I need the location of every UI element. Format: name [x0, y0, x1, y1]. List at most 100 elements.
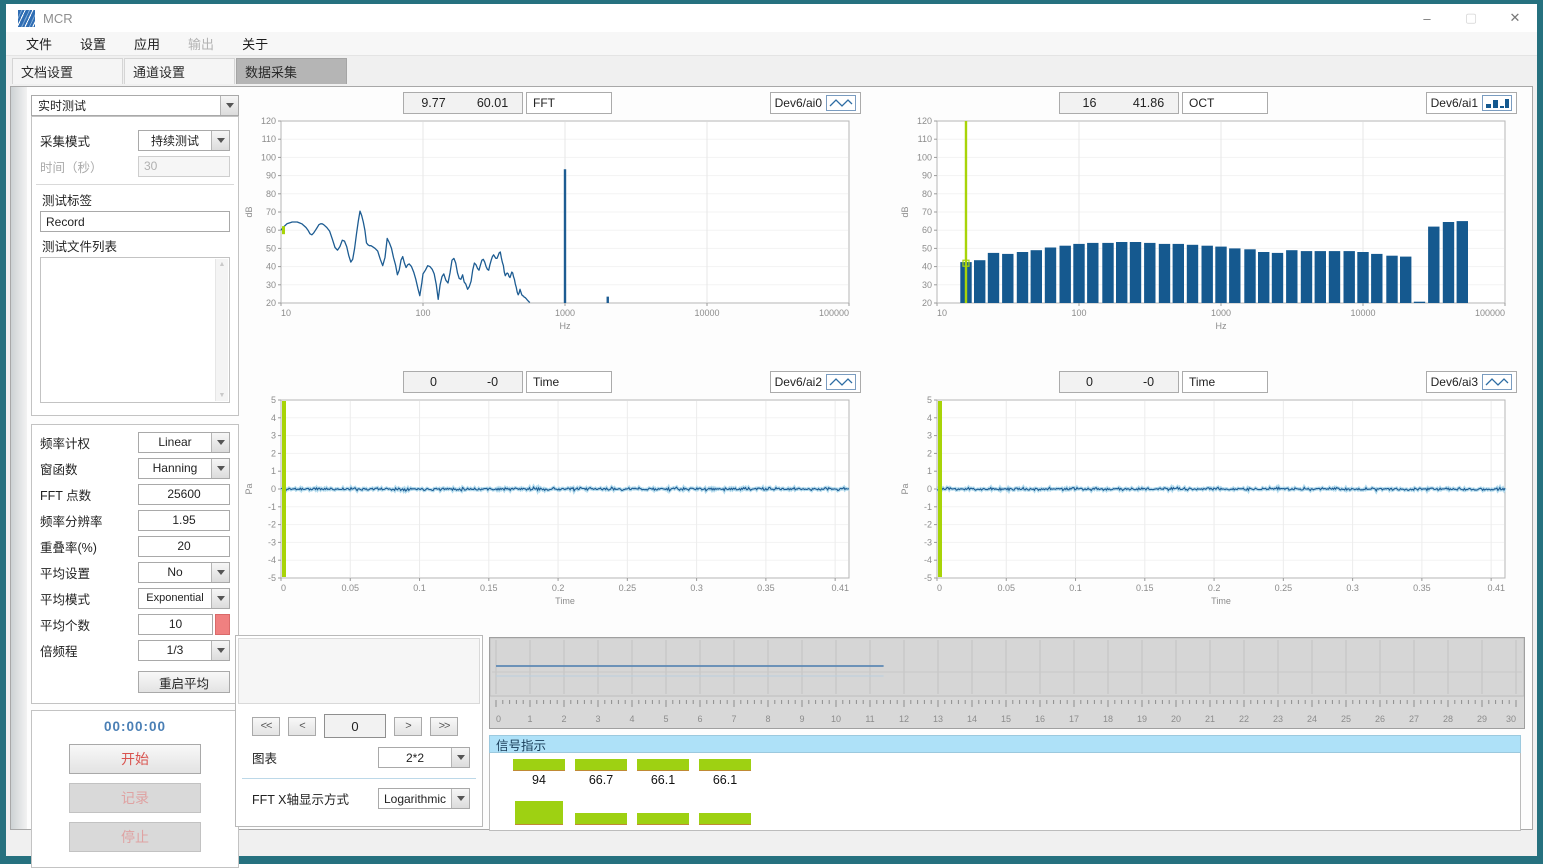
test-file-list[interactable]: ▲ ▼ — [40, 257, 230, 403]
fft-xaxis-mode-value: Logarithmic — [379, 792, 451, 806]
bar-chart-icon — [1482, 95, 1512, 111]
chevron-down-icon — [211, 433, 229, 452]
nav-index-field[interactable]: 0 — [324, 714, 386, 738]
chart-layout-dropdown[interactable]: 2*2 — [378, 747, 470, 768]
svg-text:Pa: Pa — [244, 483, 254, 494]
svg-text:30: 30 — [922, 280, 932, 290]
signal-top-bar — [699, 759, 751, 771]
svg-text:50: 50 — [922, 243, 932, 253]
svg-text:21: 21 — [1205, 714, 1215, 724]
file-list-label: 测试文件列表 — [42, 236, 228, 255]
restart-average-button[interactable]: 重启平均 — [138, 671, 230, 693]
svg-text:0.3: 0.3 — [1346, 583, 1359, 593]
nav-first-button[interactable]: << — [252, 717, 280, 736]
cursor-y-value: 41.86 — [1119, 93, 1178, 113]
chart-type-box[interactable]: FFT — [526, 92, 612, 114]
preset-dropdown[interactable]: 实时测试 — [31, 95, 239, 116]
test-tag-field[interactable]: Record — [40, 211, 230, 232]
fft-points-field[interactable]: 25600 — [138, 484, 230, 505]
signal-top-bar — [637, 759, 689, 771]
list-scrollbar[interactable]: ▲ ▼ — [215, 259, 228, 401]
freq-weighting-dropdown[interactable]: Linear — [138, 432, 230, 453]
svg-text:40: 40 — [266, 262, 276, 272]
menu-application[interactable]: 应用 — [120, 34, 174, 53]
svg-text:-3: -3 — [268, 537, 276, 547]
signal-level-meter — [575, 813, 627, 825]
channel-box[interactable]: Dev6/ai3 — [1426, 371, 1517, 393]
average-count-field[interactable]: 10 — [138, 614, 213, 635]
svg-text:6: 6 — [697, 714, 702, 724]
cursor-x-value: 9.77 — [404, 93, 463, 113]
chevron-down-icon — [211, 131, 229, 150]
minimize-button[interactable]: – — [1405, 4, 1449, 32]
channel-label: Dev6/ai2 — [775, 375, 822, 389]
fft-xaxis-mode-dropdown[interactable]: Logarithmic — [378, 788, 470, 809]
menu-file[interactable]: 文件 — [12, 34, 66, 53]
svg-text:0: 0 — [271, 484, 276, 494]
time-plot-b[interactable]: -5-4-3-2-101234500.050.10.150.20.250.30.… — [897, 394, 1519, 608]
chart-type-box[interactable]: Time — [526, 371, 612, 393]
averaging-setting-dropdown[interactable]: No — [138, 562, 230, 583]
chart-header: 16 41.86 OCT Dev6/ai1 — [891, 91, 1531, 115]
svg-text:dB: dB — [900, 206, 910, 217]
menu-settings[interactable]: 设置 — [66, 34, 120, 53]
svg-text:2: 2 — [271, 448, 276, 458]
window-function-dropdown[interactable]: Hanning — [138, 458, 230, 479]
close-button[interactable]: ✕ — [1493, 4, 1537, 32]
fft-plot[interactable]: 2030405060708090100110120101001000100001… — [241, 115, 863, 333]
channel-box[interactable]: Dev6/ai2 — [770, 371, 861, 393]
cursor-x-value: 0 — [404, 372, 463, 392]
elapsed-timer: 00:00:00 — [32, 719, 238, 734]
oct-chart-panel: 16 41.86 OCT Dev6/ai1 203040506070 — [891, 91, 1531, 356]
display-options-panel: << < 0 > >> 图表 2*2 FFT X轴显示方式 Logarithmi… — [235, 635, 483, 827]
freq-weighting-value: Linear — [139, 435, 211, 449]
time-chart-panel-a: 0 -0 Time Dev6/ai2 -5-4-3-2-101234 — [235, 370, 875, 631]
maximize-button[interactable]: ▢ — [1449, 4, 1493, 32]
nav-prev-button[interactable]: < — [288, 717, 316, 736]
menu-about[interactable]: 关于 — [228, 34, 282, 53]
title-bar: MCR – ▢ ✕ — [6, 4, 1537, 32]
nav-next-button[interactable]: > — [394, 717, 422, 736]
cursor-y-value: -0 — [463, 372, 522, 392]
octave-dropdown[interactable]: 1/3 — [138, 640, 230, 661]
acq-mode-value: 持续测试 — [139, 132, 211, 149]
tab-data-acquisition[interactable]: 数据采集 — [236, 58, 347, 84]
svg-text:-2: -2 — [924, 520, 932, 530]
svg-text:70: 70 — [266, 207, 276, 217]
chevron-down-icon — [451, 789, 469, 808]
scroll-down-icon[interactable]: ▼ — [219, 392, 226, 399]
svg-text:10: 10 — [937, 308, 947, 318]
channel-box[interactable]: Dev6/ai1 — [1426, 92, 1517, 114]
start-button[interactable]: 开始 — [69, 744, 201, 774]
scroll-up-icon[interactable]: ▲ — [219, 261, 226, 268]
svg-text:60: 60 — [922, 225, 932, 235]
oct-plot[interactable]: 2030405060708090100110120101001000100001… — [897, 115, 1519, 333]
channel-label: Dev6/ai0 — [775, 96, 822, 110]
overlap-field[interactable]: 20 — [138, 536, 230, 557]
time-plot-a[interactable]: -5-4-3-2-101234500.050.10.150.20.250.30.… — [241, 394, 863, 608]
svg-text:1000: 1000 — [555, 308, 575, 318]
signal-indicator-title: 信号指示 — [489, 735, 1521, 753]
channel-box[interactable]: Dev6/ai0 — [770, 92, 861, 114]
chart-type-box[interactable]: OCT — [1182, 92, 1268, 114]
octave-value: 1/3 — [139, 643, 211, 657]
tab-document-settings[interactable]: 文档设置 — [12, 58, 123, 84]
svg-text:0.41: 0.41 — [831, 583, 849, 593]
signal-level-value: 66.1 — [637, 773, 689, 787]
svg-text:0.3: 0.3 — [690, 583, 703, 593]
chart-type-box[interactable]: Time — [1182, 371, 1268, 393]
freq-resolution-field[interactable]: 1.95 — [138, 510, 230, 531]
svg-text:-5: -5 — [268, 573, 276, 583]
svg-text:100: 100 — [415, 308, 430, 318]
tab-channel-settings[interactable]: 通道设置 — [124, 58, 235, 84]
cursor-readout: 0 -0 — [1059, 371, 1179, 393]
svg-text:13: 13 — [933, 714, 943, 724]
signal-indicator-body: 94 66.7 66.1 66.1 — [489, 753, 1521, 831]
chevron-down-icon — [211, 641, 229, 660]
timeline-ruler[interactable]: 0123456789101112131415161718192021222324… — [490, 638, 1524, 728]
nav-last-button[interactable]: >> — [430, 717, 458, 736]
averaging-mode-dropdown[interactable]: Exponential — [138, 588, 230, 609]
svg-text:3: 3 — [271, 431, 276, 441]
svg-text:100: 100 — [1071, 308, 1086, 318]
acq-mode-dropdown[interactable]: 持续测试 — [138, 130, 230, 151]
